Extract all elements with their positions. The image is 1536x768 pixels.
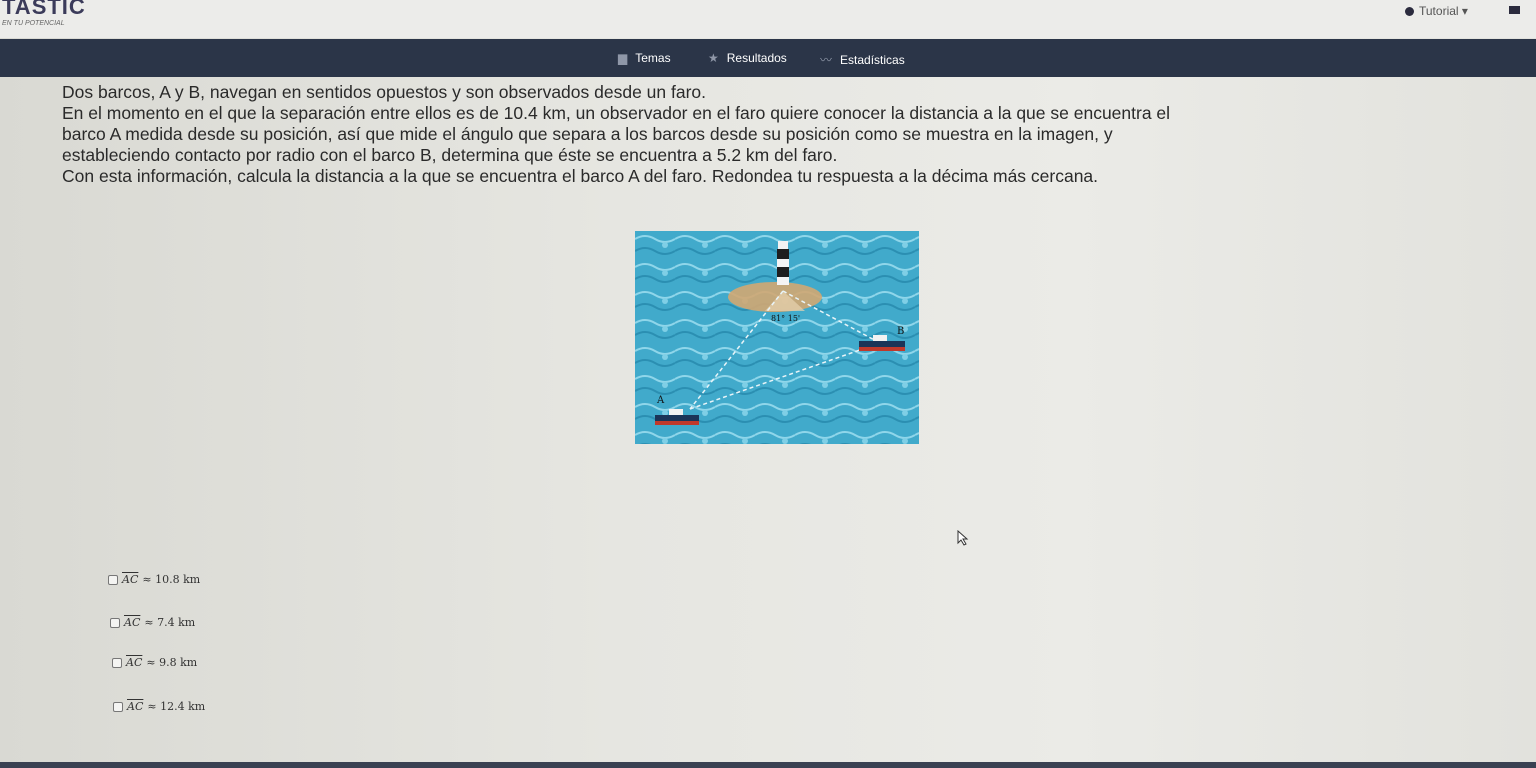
segment-label: AC bbox=[122, 573, 139, 586]
trend-icon: 〰 bbox=[820, 53, 833, 67]
option-value: ≈ 10.8 km bbox=[142, 573, 201, 586]
bottom-edge bbox=[0, 762, 1536, 768]
segment-label: AC bbox=[126, 656, 143, 669]
checkbox[interactable] bbox=[112, 657, 122, 668]
angle-label: 81° 15' bbox=[771, 314, 800, 323]
tab-resultados[interactable]: ★ Resultados bbox=[708, 51, 787, 65]
segment-label: AC bbox=[127, 700, 144, 713]
lighthouse-figure: 81° 15' B A bbox=[635, 231, 919, 444]
checkbox[interactable] bbox=[108, 574, 118, 585]
main-nav: ▆ Temas ★ Resultados 〰 Estadísticas bbox=[0, 39, 1536, 77]
mail-icon[interactable] bbox=[1509, 6, 1520, 14]
answer-option[interactable]: AC ≈ 7.4 km bbox=[110, 616, 195, 629]
tab-label: Temas bbox=[635, 51, 671, 65]
checkbox[interactable] bbox=[110, 617, 120, 628]
tutorial-label: Tutorial ▾ bbox=[1419, 4, 1468, 18]
tab-label: Resultados bbox=[726, 51, 787, 65]
option-value: ≈ 9.8 km bbox=[146, 656, 198, 669]
app-logo: TASTIC bbox=[2, 0, 86, 19]
app-slogan: EN TU POTENCIAL bbox=[2, 20, 65, 27]
answer-option[interactable]: AC ≈ 9.8 km bbox=[112, 656, 197, 669]
mouse-cursor-icon bbox=[957, 530, 969, 546]
lighthouse-icon bbox=[777, 241, 789, 285]
problem-line: barco A medida desde su posición, así qu… bbox=[62, 124, 1113, 144]
star-icon: ★ bbox=[708, 51, 719, 65]
tab-estadisticas[interactable]: 〰 Estadísticas bbox=[820, 51, 905, 68]
info-icon bbox=[1405, 6, 1414, 16]
tab-temas[interactable]: ▆ Temas bbox=[618, 51, 671, 65]
board-icon: ▆ bbox=[618, 51, 628, 65]
checkbox[interactable] bbox=[113, 701, 123, 712]
tutorial-menu[interactable]: Tutorial ▾ bbox=[1405, 4, 1468, 18]
problem-line: estableciendo contacto por radio con el … bbox=[62, 145, 838, 165]
option-value: ≈ 7.4 km bbox=[144, 616, 196, 629]
answer-option[interactable]: AC ≈ 12.4 km bbox=[113, 700, 205, 713]
problem-line: Dos barcos, A y B, navegan en sentidos o… bbox=[62, 82, 707, 102]
problem-line: En el momento en el que la separación en… bbox=[62, 103, 1171, 123]
boat-b-label: B bbox=[897, 326, 904, 337]
problem-line: Con esta información, calcula la distanc… bbox=[62, 166, 1099, 186]
option-value: ≈ 12.4 km bbox=[147, 700, 206, 713]
boat-a-label: A bbox=[656, 395, 665, 406]
tab-label: Estadísticas bbox=[840, 52, 905, 67]
top-bar: TASTIC EN TU POTENCIAL Tutorial ▾ bbox=[0, 0, 1536, 38]
problem-statement: Dos barcos, A y B, navegan en sentidos o… bbox=[62, 82, 1502, 187]
answer-option[interactable]: AC ≈ 10.8 km bbox=[108, 573, 200, 586]
segment-label: AC bbox=[124, 616, 141, 629]
